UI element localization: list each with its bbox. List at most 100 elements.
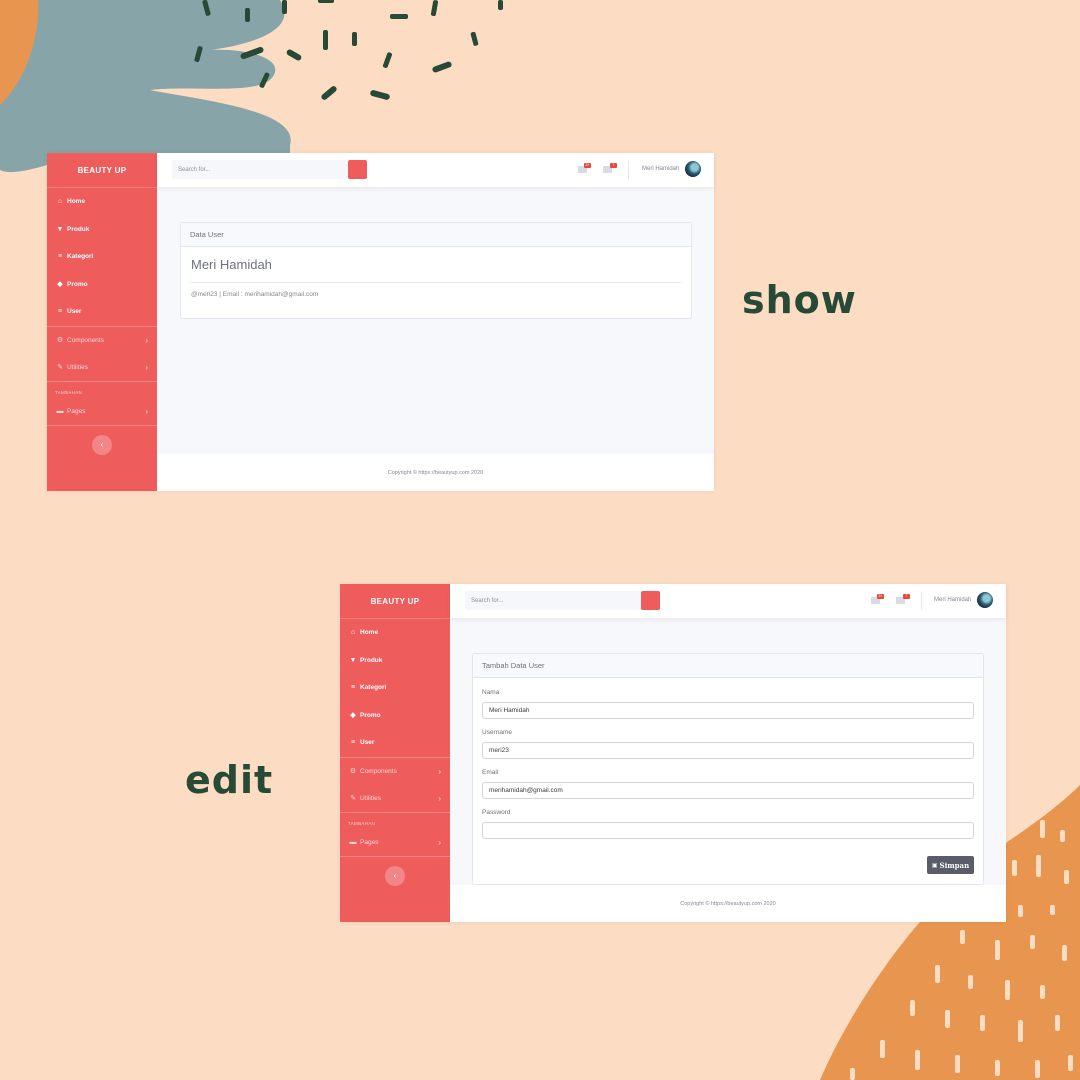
topbar-divider [628,161,629,179]
list-icon: ≡ [57,308,63,316]
alerts-badge: 3+ [584,163,591,168]
nama-label: Nama [482,689,500,696]
user-fullname: Meri Hamidah [191,257,272,272]
folder-icon: ▬ [349,838,357,846]
sidebar-item-label: Promo [360,711,381,719]
search-button[interactable] [641,591,660,610]
list-icon: ≡ [350,684,356,692]
brand-logo[interactable]: BEAUTY UP [47,153,157,188]
messages-badge: 7 [610,163,617,168]
list-icon: ≡ [350,739,356,747]
sidebar-item-label: Home [360,629,379,637]
card-divider [191,282,681,283]
sidebar-item-label: Pages [67,407,86,415]
show-window: BEAUTY UP ⌂ Home ▼ Produk ≡ Kategori ◆ Promo… [47,153,714,491]
sidebar-item-utilities[interactable]: ✎ Utilities › [340,785,450,812]
sidebar-item-label: Components [360,767,397,775]
sidebar-item-pages[interactable]: ▬ Pages › [340,829,450,856]
sidebar-item-label: Components [67,336,104,344]
user-name[interactable]: Meri Hamidah [642,166,679,172]
sidebar-item-label: Utilities [67,363,88,371]
sidebar-item-user[interactable]: ≡ User [47,298,157,326]
sidebar-item-label: Produk [67,225,90,233]
sidebar-item-label: Home [67,198,86,206]
save-button[interactable]: ▣ Simpan [927,856,974,874]
tag-icon: ◆ [350,712,356,720]
chevron-right-icon: › [438,766,441,776]
teal-blob [0,0,291,173]
sidebar-item-pages[interactable]: ▬ Pages › [47,398,157,425]
search-input[interactable]: Search for... [172,160,348,179]
home-icon: ⌂ [350,629,356,637]
topbar-divider [921,592,922,610]
sidebar: BEAUTY UP ⌂ Home ▼ Produk ≡ Kategori ◆ Promo… [47,153,157,491]
topbar: Search for... 3+ 7 Meri Hamidah [450,584,1006,618]
edit-caption: edit [185,758,274,802]
avatar[interactable] [685,161,701,177]
sidebar-item-label: Produk [360,656,383,664]
sidebar-item-components[interactable]: ⚙ Components › [340,758,450,785]
sidebar-item-home[interactable]: ⌂ Home [340,619,450,647]
sidebar-item-label: Utilities [360,794,381,802]
user-name[interactable]: Meri Hamidah [934,597,971,603]
email-field[interactable]: merihamidah@gmail.com [482,782,974,799]
cart-icon: ▼ [349,656,357,664]
wrench-icon: ✎ [57,364,63,371]
alerts-badge: 3+ [877,594,884,599]
cart-icon: ▼ [56,225,64,233]
wrench-icon: ✎ [350,795,356,802]
sidebar-item-label: Kategori [67,253,94,261]
chevron-right-icon: › [438,837,441,847]
sidebar-item-label: User [360,739,375,747]
sidebar-heading: TAMBAHAN [348,820,376,826]
chevron-right-icon: › [438,793,441,803]
sidebar-divider [47,424,157,426]
user-card: Data User Meri Hamidah @meri23 | Email :… [180,222,692,319]
sidebar-item-label: Promo [67,280,88,288]
sidebar-item-utilities[interactable]: ✎ Utilities › [47,354,157,381]
sidebar-item-home[interactable]: ⌂ Home [47,188,157,216]
topbar: Search for... 3+ 7 Meri Hamidah [157,153,714,187]
chevron-left-icon: ‹ [100,440,104,449]
search-input[interactable]: Search for... [465,591,641,610]
sidebar-item-user[interactable]: ≡ User [340,729,450,757]
email-label: Email [482,769,499,776]
edit-window: BEAUTY UP ⌂ Home ▼ Produk ≡ Kategori ◆ Promo… [340,584,1006,922]
sidebar-item-promo[interactable]: ◆ Promo [340,702,450,730]
password-field[interactable] [482,822,974,839]
sidebar-item-label: User [67,308,82,316]
sidebar-item-produk[interactable]: ▼ Produk [47,216,157,244]
chevron-left-icon: ‹ [393,871,397,880]
avatar[interactable] [977,592,993,608]
password-label: Password [482,809,511,816]
sidebar-item-label: Pages [360,838,379,846]
sidebar-divider [47,380,157,382]
card-title: Tambah Data User [473,654,983,678]
sidebar-heading: TAMBAHAN [55,389,83,395]
brand-logo[interactable]: BEAUTY UP [340,584,450,619]
show-caption: show [742,278,857,322]
sidebar-item-promo[interactable]: ◆ Promo [47,271,157,299]
sidebar-toggle-button[interactable]: ‹ [92,434,112,455]
sidebar-item-components[interactable]: ⚙ Components › [47,327,157,354]
sidebar-divider [340,811,450,813]
sidebar-item-produk[interactable]: ▼ Produk [340,647,450,675]
save-icon: ▣ [931,861,938,869]
list-icon: ≡ [57,253,63,261]
sidebar-item-label: Kategori [360,684,387,692]
card-title: Data User [181,223,691,247]
sidebar-item-kategori[interactable]: ≡ Kategori [340,674,450,702]
home-icon: ⌂ [57,198,63,206]
chevron-right-icon: › [145,335,148,345]
search-button[interactable] [348,160,367,179]
chevron-right-icon: › [145,406,148,416]
save-button-label: Simpan [939,860,970,870]
username-field[interactable]: meri23 [482,742,974,759]
sidebar-toggle-button[interactable]: ‹ [385,865,405,886]
user-details: @meri23 | Email : merihamidah@gmail.com [191,291,319,298]
footer-copyright: Copyright © https://beautyup.com 2020 [157,454,714,491]
nama-field[interactable]: Meri Hamidah [482,702,974,719]
username-label: Username [482,729,512,736]
chevron-right-icon: › [145,362,148,372]
sidebar-item-kategori[interactable]: ≡ Kategori [47,243,157,271]
